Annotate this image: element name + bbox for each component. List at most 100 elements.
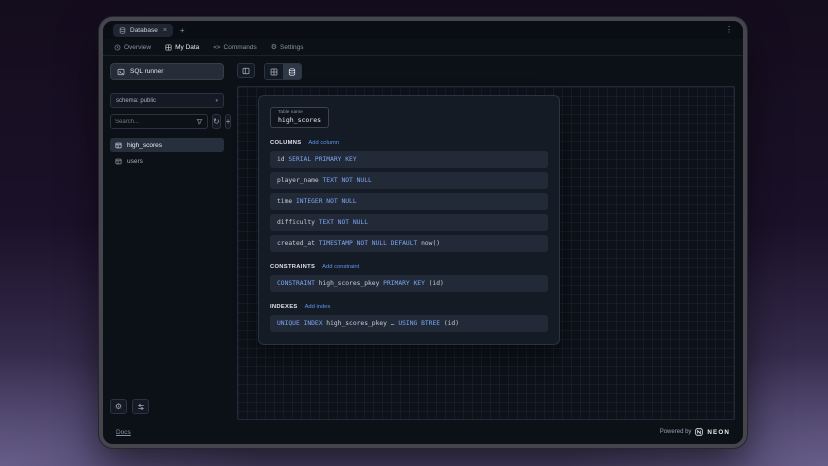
columns-rows: id SERIAL PRIMARY KEY player_name TEXT NO… bbox=[270, 151, 548, 252]
sql-identifier: created_at bbox=[277, 240, 319, 247]
add-index-link[interactable]: Add index bbox=[305, 304, 331, 310]
chevron-down-icon: ▾ bbox=[215, 98, 218, 104]
sql-keyword: USING BTREE bbox=[398, 320, 440, 327]
view-mode-toggle bbox=[264, 63, 302, 80]
schema-code-row[interactable]: id SERIAL PRIMARY KEY bbox=[270, 151, 548, 168]
kebab-menu-icon[interactable]: ⋮ bbox=[725, 25, 733, 34]
sql-identifier: (id) bbox=[440, 320, 459, 327]
table-name-label: Table name bbox=[278, 110, 321, 115]
table-name-field[interactable]: Table name high_scores bbox=[270, 107, 329, 128]
table-item-high-scores[interactable]: high_scores bbox=[110, 138, 224, 152]
sql-keyword: SERIAL PRIMARY KEY bbox=[288, 156, 356, 163]
indexes-header: INDEXES Add index bbox=[270, 304, 548, 310]
search-input[interactable] bbox=[115, 119, 193, 125]
refresh-icon: ↻ bbox=[213, 118, 220, 126]
add-column-link[interactable]: Add column bbox=[308, 140, 339, 146]
sql-keyword: CONSTRAINT bbox=[277, 280, 315, 287]
gear-icon: ⚙ bbox=[115, 403, 122, 411]
filter-icon[interactable] bbox=[196, 118, 203, 125]
add-constraint-link[interactable]: Add constraint bbox=[322, 264, 359, 270]
panel-layout-button[interactable] bbox=[237, 63, 255, 78]
tab-commands[interactable]: <> Commands bbox=[213, 44, 256, 51]
clock-icon bbox=[114, 44, 121, 51]
constraints-title: CONSTRAINTS bbox=[270, 264, 315, 270]
schema-code-row[interactable]: UNIQUE INDEX high_scores_pkey … USING BT… bbox=[270, 315, 548, 332]
table-item-label: users bbox=[127, 158, 143, 165]
tab-my-data-label: My Data bbox=[175, 44, 199, 51]
preferences-button[interactable] bbox=[132, 399, 149, 414]
sql-keyword: TIMESTAMP NOT NULL DEFAULT bbox=[319, 240, 418, 247]
app-window: Database × + ⋮ Overview My Data <> Comma… bbox=[99, 17, 747, 448]
constraints-header: CONSTRAINTS Add constraint bbox=[270, 264, 548, 270]
plus-icon: + bbox=[226, 118, 231, 126]
schema-view-button[interactable] bbox=[283, 64, 301, 79]
sql-identifier: (id) bbox=[425, 280, 444, 287]
sql-keyword: TEXT NOT NULL bbox=[323, 177, 372, 184]
indexes-rows: UNIQUE INDEX high_scores_pkey … USING BT… bbox=[270, 315, 548, 332]
gear-icon: ⚙ bbox=[271, 44, 277, 51]
tab-database[interactable]: Database × bbox=[113, 24, 173, 37]
table-item-label: high_scores bbox=[127, 142, 162, 149]
sql-runner-label: SQL runner bbox=[130, 68, 163, 75]
powered-by: Powered by NEON bbox=[660, 428, 730, 436]
new-tab-button[interactable]: + bbox=[180, 26, 185, 35]
sidebar-bottom: ⚙ bbox=[110, 399, 224, 414]
footer: Docs Powered by NEON bbox=[103, 420, 743, 444]
sql-identifier: high_scores_pkey bbox=[315, 280, 383, 287]
constraints-rows: CONSTRAINT high_scores_pkey PRIMARY KEY … bbox=[270, 275, 548, 292]
schema-code-row[interactable]: CONSTRAINT high_scores_pkey PRIMARY KEY … bbox=[270, 275, 548, 292]
schema-code-row[interactable]: player_name TEXT NOT NULL bbox=[270, 172, 548, 189]
tab-strip: Database × + ⋮ bbox=[103, 21, 743, 39]
sql-keyword: PRIMARY KEY bbox=[383, 280, 425, 287]
schema-code-row[interactable]: time INTEGER NOT NULL bbox=[270, 193, 548, 210]
table-icon bbox=[115, 158, 122, 165]
tab-overview-label: Overview bbox=[124, 44, 151, 51]
database-icon bbox=[288, 68, 296, 76]
main-panel: Table name high_scores COLUMNS Add colum… bbox=[231, 56, 743, 420]
schema-select-value: schema: public bbox=[116, 98, 156, 104]
tab-close-icon[interactable]: × bbox=[163, 27, 167, 34]
table-grid-icon bbox=[165, 44, 172, 51]
panel-layout-icon bbox=[242, 67, 250, 75]
table-name-value: high_scores bbox=[278, 116, 321, 124]
terminal-icon bbox=[117, 68, 125, 76]
powered-by-label: Powered by bbox=[660, 429, 692, 435]
neon-wordmark: NEON bbox=[707, 429, 730, 436]
sidebar: SQL runner schema: public ▾ ↻ + bbox=[103, 56, 231, 420]
columns-header: COLUMNS Add column bbox=[270, 140, 548, 146]
schema-code-row[interactable]: difficulty TEXT NOT NULL bbox=[270, 214, 548, 231]
table-item-users[interactable]: users bbox=[110, 154, 224, 168]
settings-button[interactable]: ⚙ bbox=[110, 399, 127, 414]
sql-keyword: UNIQUE INDEX bbox=[277, 320, 323, 327]
tab-commands-label: Commands bbox=[224, 44, 257, 51]
search-box[interactable] bbox=[110, 114, 208, 129]
tab-settings[interactable]: ⚙ Settings bbox=[271, 44, 304, 51]
sql-keyword: INTEGER NOT NULL bbox=[296, 198, 357, 205]
sql-identifier: high_scores_pkey … bbox=[323, 320, 399, 327]
schema-select[interactable]: schema: public ▾ bbox=[110, 93, 224, 108]
nav-bar: Overview My Data <> Commands ⚙ Settings bbox=[103, 39, 743, 56]
view-toolbar bbox=[237, 63, 735, 80]
indexes-title: INDEXES bbox=[270, 304, 298, 310]
tab-overview[interactable]: Overview bbox=[114, 44, 151, 51]
table-list: high_scores users bbox=[110, 138, 224, 168]
refresh-button[interactable]: ↻ bbox=[212, 114, 221, 129]
docs-link[interactable]: Docs bbox=[116, 429, 131, 436]
columns-title: COLUMNS bbox=[270, 140, 301, 146]
tab-title: Database bbox=[130, 27, 158, 34]
content-area: SQL runner schema: public ▾ ↻ + bbox=[103, 56, 743, 420]
tab-settings-label: Settings bbox=[280, 44, 304, 51]
schema-canvas[interactable]: Table name high_scores COLUMNS Add colum… bbox=[237, 86, 735, 420]
sql-keyword: TEXT NOT NULL bbox=[319, 219, 368, 226]
neon-logo-icon bbox=[695, 428, 703, 436]
search-row: ↻ + bbox=[110, 114, 224, 129]
database-icon bbox=[119, 27, 126, 34]
code-icon: <> bbox=[213, 44, 220, 51]
sql-runner-button[interactable]: SQL runner bbox=[110, 63, 224, 80]
sql-identifier: difficulty bbox=[277, 219, 319, 226]
sql-identifier: time bbox=[277, 198, 296, 205]
sql-identifier: now() bbox=[417, 240, 440, 247]
tab-my-data[interactable]: My Data bbox=[165, 44, 199, 51]
table-view-button[interactable] bbox=[265, 64, 283, 79]
schema-code-row[interactable]: created_at TIMESTAMP NOT NULL DEFAULT no… bbox=[270, 235, 548, 252]
